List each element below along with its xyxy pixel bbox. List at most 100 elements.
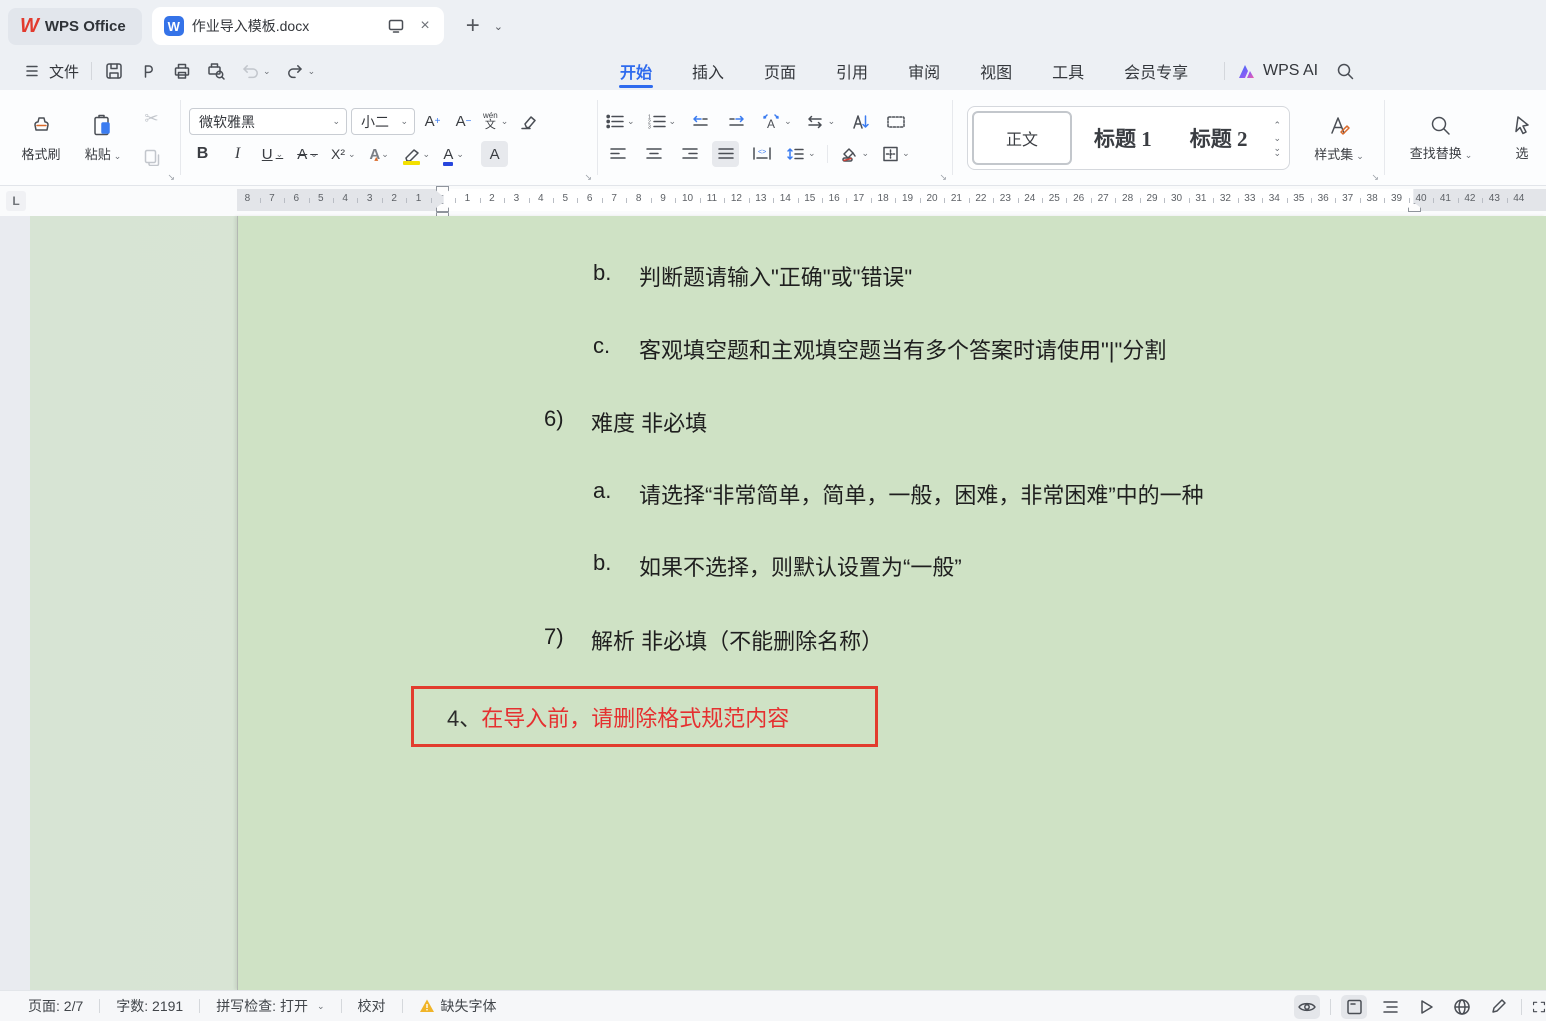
paragraph-dialog-launcher[interactable]: ↘ xyxy=(939,172,947,183)
find-replace-button[interactable]: 查找替换⌄ xyxy=(1401,114,1481,162)
document-page[interactable]: b. 判断题请输入"正确"或"错误" c. 客观填空题和主观填空题当有多个答案时… xyxy=(237,216,1546,990)
doc-paragraph[interactable]: b. 如果不选择，则默认设置为“一般” xyxy=(238,550,1546,580)
ruler-tick xyxy=(871,198,872,203)
tab-review[interactable]: 审阅 xyxy=(908,52,940,90)
styles-expand-icon[interactable]: ⌄⌄ xyxy=(1274,146,1282,155)
spellcheck-toggle[interactable]: 拼写检查: 打开⌄ xyxy=(216,996,324,1016)
styles-scroll-up-icon[interactable]: ⌃ xyxy=(1274,120,1282,131)
print-preview-button[interactable] xyxy=(206,61,226,81)
tab-insert[interactable]: 插入 xyxy=(692,52,724,90)
font-name-select[interactable]: 微软雅黑⌄ xyxy=(189,108,347,135)
select-button-partial[interactable]: 选 xyxy=(1507,114,1537,162)
borders-button[interactable]: ⌄ xyxy=(880,141,912,167)
bullet-list-button[interactable]: ⌄ xyxy=(604,109,637,135)
undo-button[interactable]: ⌄ xyxy=(240,62,271,80)
file-menu-button[interactable]: 文件 xyxy=(26,61,79,82)
decrease-indent-button[interactable] xyxy=(687,109,714,135)
style-heading-2[interactable]: 标题 2 xyxy=(1174,111,1264,165)
decrease-font-button[interactable]: A− xyxy=(450,109,477,135)
sort-button[interactable] xyxy=(846,109,873,135)
superscript-button[interactable]: X²⌄ xyxy=(329,141,358,167)
document-tab[interactable]: W 作业导入模板.docx × xyxy=(152,7,444,45)
text-direction-button[interactable]: A⌄ xyxy=(759,109,794,135)
font-dialog-launcher[interactable]: ↘ xyxy=(584,172,592,183)
align-left-button[interactable] xyxy=(604,141,631,167)
increase-font-button[interactable]: A+ xyxy=(419,109,446,135)
align-center-button[interactable] xyxy=(640,141,667,167)
redo-button[interactable]: ⌄ xyxy=(285,62,316,80)
format-painter-button[interactable]: 格式刷 xyxy=(10,113,72,163)
ruler-tick xyxy=(1360,198,1361,203)
close-tab-icon[interactable]: × xyxy=(416,15,433,37)
clipboard-dialog-launcher[interactable]: ↘ xyxy=(167,172,175,183)
ruler: L 87654321123456789101112131415161718192… xyxy=(0,186,1546,216)
fullscreen-button-partial[interactable] xyxy=(1532,995,1546,1019)
redo-chevron-icon[interactable]: ⌄ xyxy=(308,66,316,77)
italic-button[interactable]: I xyxy=(224,141,251,167)
style-set-button[interactable]: 样式集⌄ xyxy=(1296,113,1382,163)
search-icon[interactable] xyxy=(1336,62,1355,81)
line-spacing-button[interactable]: ⌄ xyxy=(784,141,818,167)
wps-home-button[interactable]: W WPS Office xyxy=(8,8,142,45)
tab-page[interactable]: 页面 xyxy=(764,52,796,90)
paragraph-layout-button[interactable] xyxy=(882,109,909,135)
export-pdf-button[interactable] xyxy=(138,61,158,81)
tab-home[interactable]: 开始 xyxy=(620,52,652,90)
character-shading-button[interactable]: A xyxy=(481,141,508,167)
ruler-tick xyxy=(602,198,603,203)
wps-ai-button[interactable]: WPS AI xyxy=(1237,62,1318,80)
style-heading-1[interactable]: 标题 1 xyxy=(1078,111,1168,165)
doc-paragraph[interactable]: 7) 解析 非必填（不能删除名称） xyxy=(238,624,1546,654)
paste-button[interactable]: 粘贴⌄ xyxy=(72,113,134,163)
font-color-button[interactable]: A⌄ xyxy=(440,141,467,167)
align-right-button[interactable] xyxy=(676,141,703,167)
tab-stop-selector[interactable]: L xyxy=(6,191,26,211)
distribute-button[interactable]: <> xyxy=(748,141,775,167)
tab-membership[interactable]: 会员专享 xyxy=(1124,52,1188,90)
document-viewport[interactable]: b. 判断题请输入"正确"或"错误" c. 客观填空题和主观填空题当有多个答案时… xyxy=(0,216,1546,990)
web-view-button[interactable] xyxy=(1449,995,1475,1019)
justify-button[interactable] xyxy=(712,141,739,167)
doc-paragraph[interactable]: 6) 难度 非必填 xyxy=(238,406,1546,436)
word-count[interactable]: 字数: 2191 xyxy=(116,996,183,1016)
new-tab-button[interactable]: + xyxy=(466,12,480,40)
pinyin-guide-button[interactable]: wén文⌄ xyxy=(481,109,510,135)
page-indicator[interactable]: 页面: 2/7 xyxy=(28,996,83,1016)
copy-button[interactable] xyxy=(138,144,165,170)
reading-mode-button[interactable] xyxy=(1413,995,1439,1019)
font-size-select[interactable]: 小二⌄ xyxy=(351,108,415,135)
page-view-button[interactable] xyxy=(1341,995,1367,1019)
missing-font-warning[interactable]: 缺失字体 xyxy=(419,996,497,1016)
text-effects-button[interactable]: A▴⌄ xyxy=(366,141,393,167)
font-name-value: 微软雅黑 xyxy=(199,112,255,132)
undo-chevron-icon[interactable]: ⌄ xyxy=(263,66,271,77)
shading-button[interactable]: ⌄ xyxy=(837,141,872,167)
ink-annotate-button[interactable] xyxy=(1485,995,1511,1019)
style-normal[interactable]: 正文 xyxy=(972,111,1072,165)
wrap-settings-button[interactable]: ⌄ xyxy=(803,109,838,135)
red-highlight-note[interactable]: 4、 在导入前，请删除格式规范内容 xyxy=(411,686,878,747)
save-button[interactable] xyxy=(104,61,124,81)
doc-paragraph[interactable]: b. 判断题请输入"正确"或"错误" xyxy=(238,260,1546,290)
doc-paragraph[interactable]: a. 请选择“非常简单，简单，一般，困难，非常困难”中的一种 xyxy=(238,478,1546,508)
strikethrough-button[interactable]: A⌄ xyxy=(294,141,321,167)
tab-tools[interactable]: 工具 xyxy=(1052,52,1084,90)
styles-dialog-launcher[interactable]: ↘ xyxy=(1372,172,1380,183)
bold-button[interactable]: B xyxy=(189,141,216,167)
tab-reference[interactable]: 引用 xyxy=(836,52,868,90)
increase-indent-button[interactable] xyxy=(723,109,750,135)
print-button[interactable] xyxy=(172,61,192,81)
doc-paragraph[interactable]: c. 客观填空题和主观填空题当有多个答案时请使用"|"分割 xyxy=(238,333,1546,363)
tab-list-chevron-icon[interactable]: ⌄ xyxy=(494,20,503,33)
outline-view-button[interactable] xyxy=(1377,995,1403,1019)
numbered-list-button[interactable]: 123⌄ xyxy=(646,109,679,135)
ruler-track[interactable]: 8765432112345678910111213141516171819202… xyxy=(237,189,1546,211)
clear-format-button[interactable] xyxy=(514,109,541,135)
screen-share-icon[interactable] xyxy=(384,17,408,35)
eye-protection-button[interactable] xyxy=(1294,995,1320,1019)
proofread-button[interactable]: 校对 xyxy=(358,996,386,1016)
highlight-color-button[interactable]: ⌄ xyxy=(401,141,433,167)
tab-view[interactable]: 视图 xyxy=(980,52,1012,90)
cut-button[interactable]: ✂ xyxy=(138,106,165,132)
underline-button[interactable]: U⌄ xyxy=(259,141,286,167)
